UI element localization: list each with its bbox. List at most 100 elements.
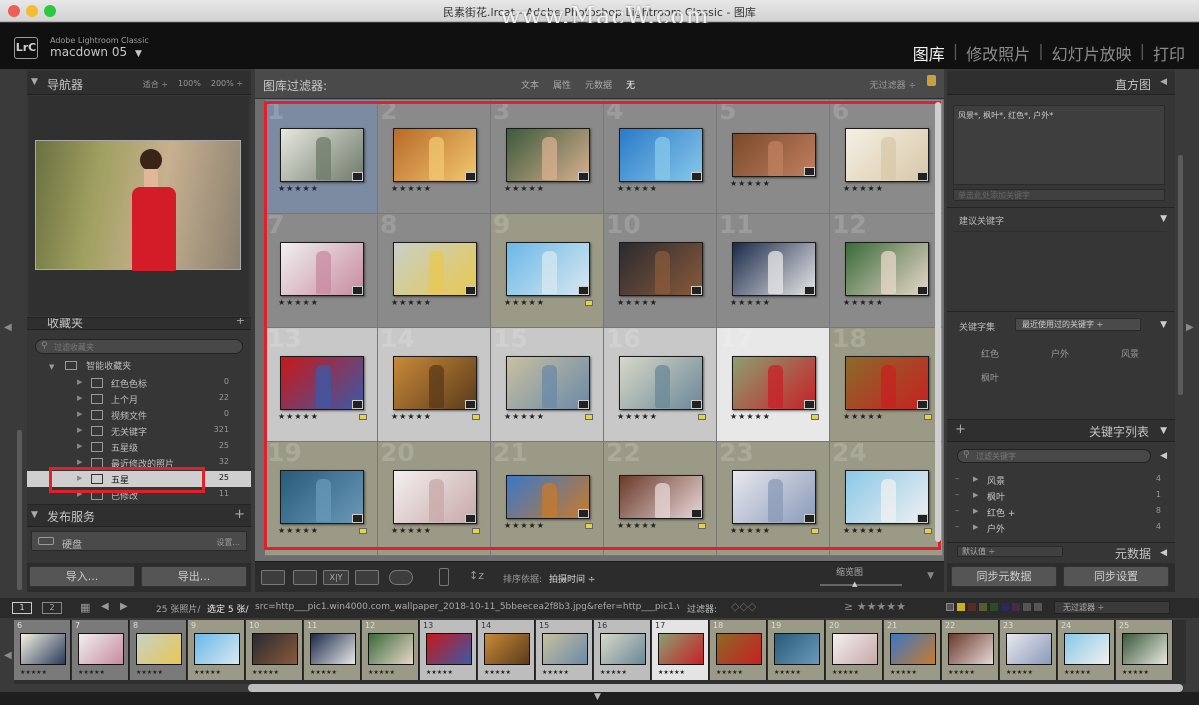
star-rating[interactable]: ★★★★★ xyxy=(391,526,432,535)
star-rating[interactable]: ★★★★★ xyxy=(278,412,319,421)
left-panel-toggle-icon[interactable]: ◀ xyxy=(4,322,12,333)
lock-icon[interactable] xyxy=(927,75,936,86)
grid-cell[interactable]: 16 ★★★★★ xyxy=(604,324,717,442)
edited-badge-icon[interactable] xyxy=(465,514,476,523)
keyword-list-row[interactable]: – ▶ 枫叶 1 xyxy=(947,489,1175,505)
color-label-icon[interactable] xyxy=(698,523,706,529)
filmstrip-thumbnail[interactable] xyxy=(1006,633,1052,665)
collection-search[interactable]: ⚲ 过滤收藏夹 xyxy=(35,339,243,354)
filmstrip-cell[interactable]: 13 ★★★★★ xyxy=(420,620,477,680)
grid-cell[interactable]: 22 ★★★★★ xyxy=(604,438,717,556)
edited-badge-icon[interactable] xyxy=(804,514,815,523)
edited-badge-icon[interactable] xyxy=(578,172,589,181)
toolbar-menu-icon[interactable]: ▼ xyxy=(927,571,934,581)
edited-badge-icon[interactable] xyxy=(578,286,589,295)
filmstrip-cell[interactable]: 15 ★★★★★ xyxy=(536,620,593,680)
star-rating[interactable]: ★★★★★ xyxy=(504,521,545,530)
right-panel-scrollbar[interactable] xyxy=(1178,155,1183,395)
star-rating[interactable]: ★★★★★ xyxy=(504,298,545,307)
filmstrip-thumbnail[interactable] xyxy=(252,633,298,665)
color-label-icon[interactable] xyxy=(698,414,706,420)
color-label-icon[interactable] xyxy=(359,414,367,420)
zoom-100[interactable]: 100% xyxy=(178,79,201,90)
grid-cell[interactable]: 17 ★★★★★ xyxy=(717,324,830,442)
star-rating[interactable]: ★★★★★ xyxy=(843,412,884,421)
metadata-preset-select[interactable]: 默认值 ÷ xyxy=(957,546,1063,557)
star-rating[interactable]: ★★★★★ xyxy=(730,526,771,535)
add-publish-icon[interactable]: + xyxy=(234,507,245,522)
triangle-down-icon[interactable]: ▼ xyxy=(1160,214,1167,224)
export-button[interactable]: 导出... xyxy=(141,566,247,587)
collection-item[interactable]: ▶ 视频文件 0 xyxy=(27,407,251,423)
grid-cell[interactable]: 15 ★★★★★ xyxy=(491,324,604,442)
grid-cell[interactable]: 10 ★★★★★ xyxy=(604,210,717,328)
filmstrip-cell[interactable]: 21 ★★★★★ xyxy=(884,620,941,680)
filmstrip-thumbnail[interactable] xyxy=(194,633,240,665)
sort-select[interactable]: 拍摄时间 ÷ xyxy=(549,572,595,585)
triangle-left-icon[interactable]: ◀ xyxy=(1160,451,1167,461)
color-label-filter[interactable] xyxy=(946,603,1042,611)
edited-badge-icon[interactable] xyxy=(691,286,702,295)
keyword-list-header[interactable]: + 关键字列表 ▼ xyxy=(947,420,1175,442)
grid-cell[interactable]: 19 ★★★★★ xyxy=(265,438,378,556)
color-label-icon[interactable] xyxy=(924,528,932,534)
filmstrip-scrollbar[interactable] xyxy=(248,684,1183,692)
star-rating[interactable]: ★★★★★ xyxy=(843,184,884,193)
histogram-header[interactable]: 直方图 ◀ xyxy=(947,71,1175,95)
color-label-icon[interactable] xyxy=(585,300,593,306)
sync-metadata-button[interactable]: 同步元数据 xyxy=(951,566,1057,587)
color-label-icon[interactable] xyxy=(811,414,819,420)
filmstrip-cell[interactable]: 12 ★★★★★ xyxy=(362,620,419,680)
star-rating[interactable]: ★★★★★ xyxy=(843,526,884,535)
star-rating[interactable]: ★★★★★ xyxy=(391,412,432,421)
filter-preset-select[interactable]: 无过滤器 ÷ xyxy=(870,78,916,91)
filmstrip-cell[interactable]: 19 ★★★★★ xyxy=(768,620,825,680)
grid-cell[interactable]: 7 ★★★★★ xyxy=(265,210,378,328)
star-rating[interactable]: ★★★★★ xyxy=(617,298,658,307)
keyword-list-row[interactable]: – ▶ 红色 + 8 xyxy=(947,505,1175,521)
edited-badge-icon[interactable] xyxy=(352,514,363,523)
keyword-set-item[interactable]: 风景 xyxy=(1121,347,1139,360)
edited-badge-icon[interactable] xyxy=(578,400,589,409)
filter-tab-0[interactable]: 文本 xyxy=(521,78,539,91)
triangle-down-icon[interactable]: ▼ xyxy=(594,692,601,702)
edited-badge-icon[interactable] xyxy=(804,167,815,176)
edited-badge-icon[interactable] xyxy=(917,172,928,181)
filmstrip-cell[interactable]: 16 ★★★★★ xyxy=(594,620,651,680)
filter-tab-1[interactable]: 属性 xyxy=(553,78,571,91)
filmstrip-thumbnail[interactable] xyxy=(948,633,994,665)
filmstrip-cell[interactable]: 22 ★★★★★ xyxy=(942,620,999,680)
navigator-preview-image[interactable] xyxy=(35,140,241,271)
filmstrip-thumbnail[interactable] xyxy=(658,633,704,665)
color-label-icon[interactable] xyxy=(359,528,367,534)
filmstrip-thumbnail[interactable] xyxy=(716,633,762,665)
compare-view-button[interactable]: X|Y xyxy=(323,570,349,585)
add-keyword-input[interactable]: 单击此处添加关键字 xyxy=(953,189,1165,201)
grid-cell[interactable]: 9 ★★★★★ xyxy=(491,210,604,328)
collections-header[interactable]: 收藏夹 + xyxy=(27,318,251,330)
color-label-icon[interactable] xyxy=(585,414,593,420)
edited-badge-icon[interactable] xyxy=(917,514,928,523)
grid-cell[interactable]: 23 ★★★★★ xyxy=(717,438,830,556)
sort-direction-icon[interactable]: ↕z xyxy=(469,569,484,582)
forward-arrow-icon[interactable]: ▶ xyxy=(120,601,128,612)
loupe-view-icon[interactable] xyxy=(293,570,317,585)
edited-badge-icon[interactable] xyxy=(804,286,815,295)
filmstrip-cell[interactable]: 7 ★★★★★ xyxy=(72,620,129,680)
filmstrip-thumbnail[interactable] xyxy=(600,633,646,665)
right-panel-toggle-icon[interactable]: ▶ xyxy=(1186,322,1194,333)
collection-item[interactable]: ▶ 上个月 22 xyxy=(27,391,251,407)
edited-badge-icon[interactable] xyxy=(917,286,928,295)
rating-filter[interactable]: ≥ ★★★★★ xyxy=(844,600,906,613)
star-rating[interactable]: ★★★★★ xyxy=(504,412,545,421)
filmstrip-thumbnail[interactable] xyxy=(774,633,820,665)
filmstrip-thumbnail[interactable] xyxy=(1122,633,1168,665)
grid-cell[interactable]: 1 ★★★★★ xyxy=(265,96,378,214)
collection-item[interactable]: ▶ 无关键字 321 xyxy=(27,423,251,439)
edited-badge-icon[interactable] xyxy=(804,400,815,409)
filmstrip-left-icon[interactable]: ◀ xyxy=(4,650,12,661)
collection-item[interactable]: ▶ 五星级 25 xyxy=(27,439,251,455)
star-rating[interactable]: ★★★★★ xyxy=(617,184,658,193)
filmstrip-cell[interactable]: 8 ★★★★★ xyxy=(130,620,187,680)
filmstrip-thumbnail[interactable] xyxy=(136,633,182,665)
